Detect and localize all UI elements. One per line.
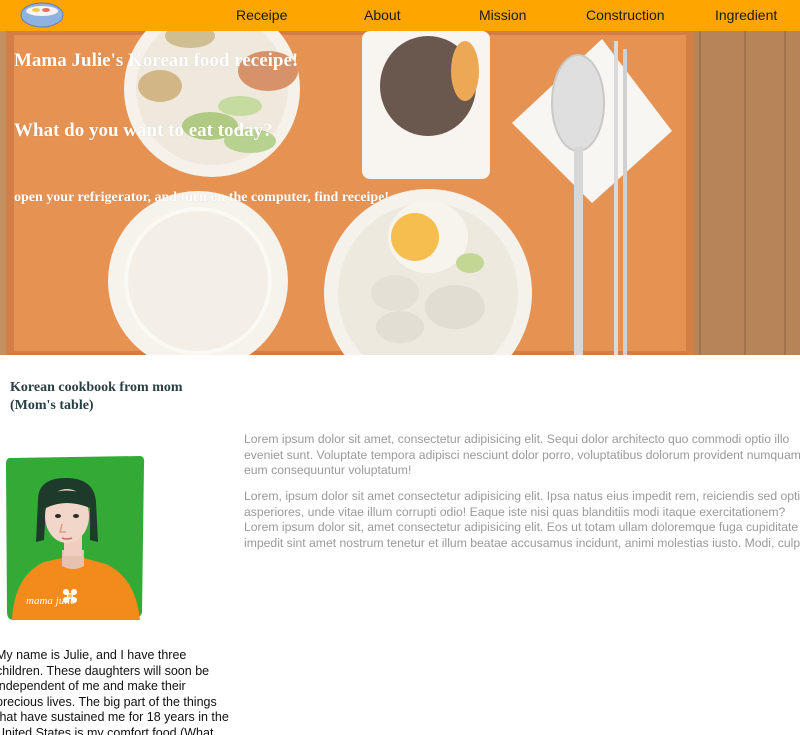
cookbook-title-line-1: Korean cookbook from mom xyxy=(10,380,183,395)
mama-julie-portrait: mama julie xyxy=(6,456,145,620)
hero-title: Mama Julie's Korean food receipe! xyxy=(14,50,299,71)
bio-paragraph: My name is Julie, and I have three child… xyxy=(0,648,229,735)
cookbook-title-line-2: (Mom's table) xyxy=(10,398,94,413)
content-paragraph-1: Lorem ipsum dolor sit amet, consectetur … xyxy=(244,432,800,477)
nav-link-receipe[interactable]: Receipe xyxy=(236,7,287,23)
hero-subtitle: open your refrigerator, and turn on the … xyxy=(14,190,389,205)
hero-banner: Mama Julie's Korean food receipe! What d… xyxy=(0,31,800,355)
hero-question: What do you want to eat today? xyxy=(14,120,273,141)
nav-link-about[interactable]: About xyxy=(364,7,401,23)
portrait-caption: mama julie xyxy=(26,595,75,607)
nav-link-mission[interactable]: Mission xyxy=(479,7,526,23)
nav-link-ingredient[interactable]: Ingredient xyxy=(715,7,777,23)
content-paragraph-2: Lorem, ipsum dolor sit amet consectetur … xyxy=(244,489,800,550)
bowl-logo-icon[interactable] xyxy=(20,2,64,29)
cookbook-title: Korean cookbook from mom (Mom's table) xyxy=(10,379,230,415)
nav-link-construction[interactable]: Construction xyxy=(586,7,665,23)
top-navbar: Receipe About Mission Construction Ingre… xyxy=(0,0,800,31)
